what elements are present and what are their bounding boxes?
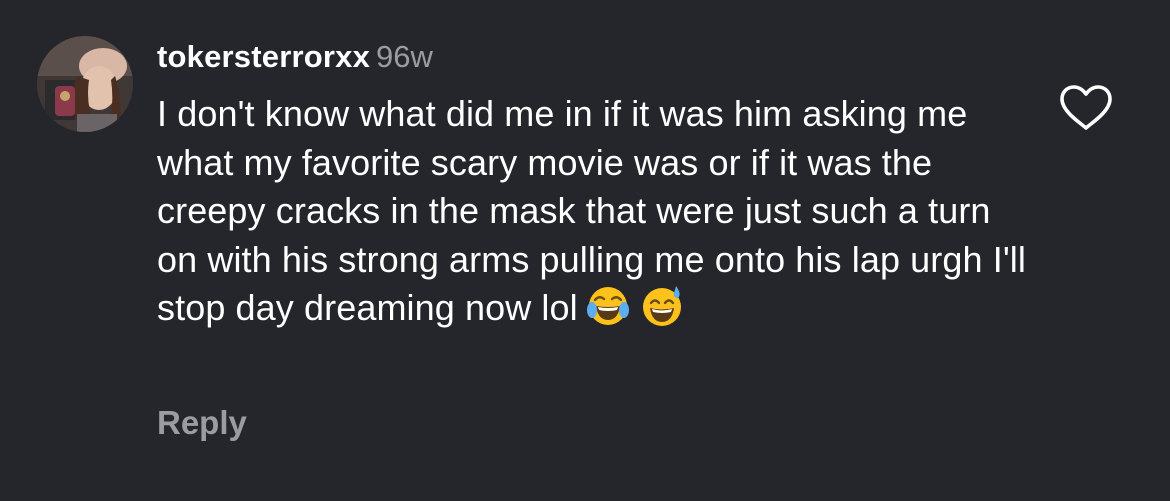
avatar[interactable] — [37, 36, 133, 132]
avatar-photo — [37, 36, 133, 132]
like-button[interactable] — [1058, 84, 1114, 132]
comment-text: I don't know what did me in if it was hi… — [157, 90, 1037, 333]
comment: tokersterrorxx 96w I don't know what did … — [0, 0, 1170, 501]
grinning-face-with-sweat-icon — [640, 284, 684, 328]
face-with-tears-of-joy-icon — [586, 284, 630, 328]
reply-button[interactable]: Reply — [157, 403, 247, 443]
heart-outline-icon — [1060, 85, 1112, 130]
comment-body: tokersterrorxx 96w I don't know what did … — [157, 34, 1037, 333]
username[interactable]: tokersterrorxx — [157, 39, 370, 74]
comment-age: 96w — [376, 39, 433, 74]
comment-meta: tokersterrorxx 96w — [157, 34, 1037, 80]
